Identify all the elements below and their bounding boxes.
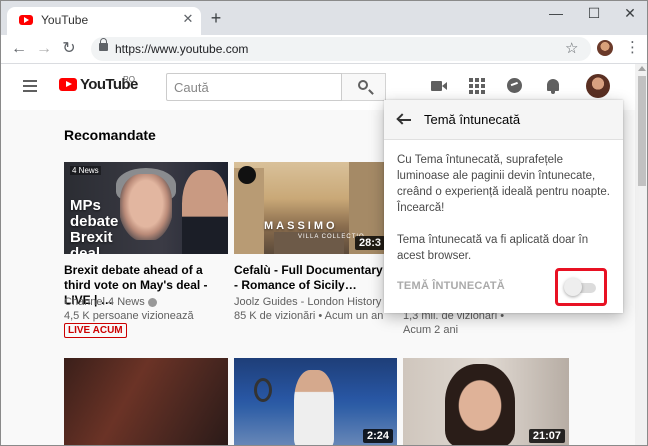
bookmark-star-icon[interactable]: ☆: [565, 39, 578, 57]
dark-theme-popup: Temă întunecată Cu Tema întunecată, supr…: [384, 100, 623, 313]
popup-header: Temă întunecată: [384, 100, 623, 140]
url-text[interactable]: https://www.youtube.com: [115, 42, 248, 56]
video-meta: 4,5 K persoane vizionează: [64, 310, 194, 322]
browser-window: YouTube ✕ + — ☐ ✕ ← → ↻ https://www.yout…: [0, 0, 648, 446]
apps-grid-icon[interactable]: [468, 77, 486, 95]
video-thumbnail[interactable]: [64, 358, 228, 445]
video-duration: 21:07: [528, 429, 565, 443]
verified-icon: [147, 297, 157, 307]
scroll-thumb[interactable]: [638, 76, 646, 186]
racket-shape: [254, 378, 272, 402]
search-placeholder: Caută: [174, 80, 209, 95]
video-thumbnail[interactable]: 2:24: [234, 358, 397, 445]
back-arrow-icon[interactable]: [396, 112, 412, 128]
search-input[interactable]: Caută: [166, 73, 342, 101]
channel-name[interactable]: Joolz Guides - London History …: [234, 295, 395, 310]
channel-name[interactable]: Channel 4 News: [64, 295, 157, 310]
menu-icon[interactable]: [23, 80, 37, 92]
youtube-logo-icon[interactable]: [59, 78, 77, 91]
browser-profile-avatar[interactable]: [597, 40, 613, 56]
tab-title: YouTube: [41, 13, 89, 27]
video-duration: 2:24: [362, 429, 393, 443]
notifications-bell-icon[interactable]: [544, 77, 562, 95]
thumbnail-brand: MASSIMO: [264, 220, 338, 232]
browser-toolbar: ← → ↻ https://www.youtube.com ☆ ⋮: [1, 35, 647, 63]
video-title[interactable]: Cefalù - Full Documentary - Romance of S…: [234, 263, 384, 293]
search-icon: [358, 80, 368, 90]
player-shape: [294, 370, 334, 445]
account-avatar[interactable]: [586, 74, 610, 98]
dark-theme-toggle-label: TEMĂ ÎNTUNECATĂ: [397, 280, 505, 292]
search-button[interactable]: [342, 73, 386, 101]
channel-logo-icon: [238, 166, 256, 184]
page-scrollbar[interactable]: [635, 64, 647, 445]
create-video-icon[interactable]: [430, 77, 448, 95]
channel-tag: 4 News: [70, 166, 101, 175]
reload-icon[interactable]: ↻: [58, 38, 80, 60]
tab-strip: YouTube ✕ + — ☐ ✕: [1, 1, 647, 35]
section-title: Recomandate: [64, 127, 156, 143]
new-tab-button[interactable]: +: [207, 9, 225, 28]
browser-menu-icon[interactable]: ⋮: [625, 39, 640, 57]
messages-icon[interactable]: [506, 77, 524, 95]
forward-icon[interactable]: →: [33, 38, 55, 60]
person-shape: [445, 364, 515, 445]
video-meta: Acum 2 ani: [403, 324, 459, 336]
popup-note: Tema întunecată va fi aplicată doar în a…: [397, 234, 589, 262]
scroll-up-arrow-icon[interactable]: [638, 66, 646, 71]
maximize-button[interactable]: ☐: [579, 5, 609, 23]
tab-close-icon[interactable]: ✕: [180, 11, 196, 27]
lock-icon[interactable]: [99, 38, 108, 51]
youtube-favicon-icon: [19, 15, 33, 25]
tab-youtube[interactable]: YouTube ✕: [7, 7, 201, 35]
video-meta: 85 K de vizionări • Acum un an: [234, 310, 384, 322]
close-window-button[interactable]: ✕: [615, 5, 645, 23]
country-code: RO: [123, 75, 135, 84]
video-thumbnail[interactable]: 4 News MPs debate Brexit deal: [64, 162, 228, 254]
dark-theme-toggle-knob[interactable]: [564, 278, 582, 296]
video-thumbnail[interactable]: MASSIMO VILLA COLLECTIO 28:3: [234, 162, 389, 254]
back-icon[interactable]: ←: [8, 38, 30, 60]
video-duration: 28:3: [354, 236, 385, 250]
minimize-button[interactable]: —: [541, 5, 571, 23]
address-bar[interactable]: https://www.youtube.com ☆: [91, 37, 591, 61]
live-badge: LIVE ACUM: [64, 323, 127, 338]
popup-title: Temă întunecată: [424, 112, 521, 127]
popup-description: Cu Tema întunecată, suprafețele luminoas…: [397, 154, 610, 214]
video-thumbnail[interactable]: 21:07: [403, 358, 569, 445]
thumbnail-overlay-text: MPs debate Brexit deal: [70, 197, 119, 255]
